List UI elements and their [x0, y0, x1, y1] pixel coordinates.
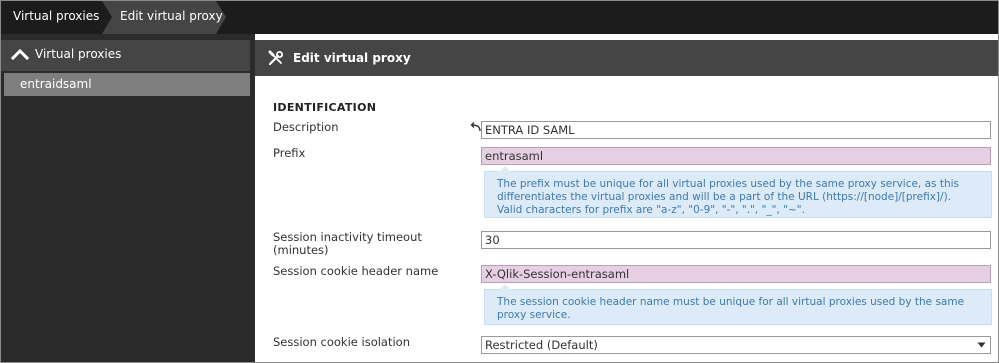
sidebar-item-entraidsaml[interactable]: entraidsaml: [4, 73, 250, 96]
cookie-header-help-line-2: proxy service.: [497, 309, 571, 321]
breadcrumb: Virtual proxies Edit virtual proxy: [1, 1, 998, 34]
panel-title: Edit virtual proxy: [293, 51, 411, 65]
chevron-up-icon: [11, 48, 29, 61]
description-field[interactable]: [481, 121, 991, 139]
session-timeout-field[interactable]: [481, 231, 991, 249]
undo-arrow-icon[interactable]: [468, 122, 482, 132]
prefix-label: Prefix: [273, 146, 306, 160]
section-title-identification: IDENTIFICATION: [273, 101, 377, 114]
breadcrumb-edit-virtual-proxy[interactable]: Edit virtual proxy: [102, 1, 226, 34]
main-panel: Edit virtual proxy IDENTIFICATION Descri…: [255, 34, 998, 362]
tools-icon: [268, 50, 283, 66]
sidebar-header-label: Virtual proxies: [35, 47, 122, 61]
cookie-header-label: Session cookie header name: [273, 264, 439, 278]
prefix-help-line-3: Valid characters for prefix are "a-z", "…: [497, 204, 805, 216]
sidebar-header-virtual-proxies[interactable]: Virtual proxies: [1, 40, 250, 71]
cookie-isolation-label: Session cookie isolation: [273, 335, 411, 349]
session-timeout-label: Session inactivity timeout (minutes): [273, 231, 422, 257]
identification-form: IDENTIFICATION Description Prefix The pr…: [255, 76, 998, 362]
prefix-help-box: The prefix must be unique for all virtua…: [484, 166, 992, 218]
cookie-header-help-box: The session cookie header name must be u…: [484, 284, 992, 325]
cookie-header-field[interactable]: [481, 265, 991, 283]
sidebar: Virtual proxies entraidsaml: [1, 34, 255, 362]
prefix-field[interactable]: [481, 147, 991, 165]
session-timeout-label-line-2: (minutes): [273, 243, 329, 257]
cookie-header-help-line-1: The session cookie header name must be u…: [497, 296, 965, 308]
cookie-isolation-selected-value: Restricted (Default): [485, 338, 598, 352]
prefix-help-line-2: differentiates the virtual proxies and w…: [497, 191, 952, 203]
prefix-help-line-1: The prefix must be unique for all virtua…: [497, 178, 960, 190]
description-label: Description: [273, 120, 339, 134]
cookie-isolation-select[interactable]: Restricted (Default): [481, 336, 991, 354]
chevron-down-icon: [977, 342, 986, 348]
app-window: Virtual proxies Edit virtual proxy Virtu…: [0, 0, 999, 363]
breadcrumb-virtual-proxies[interactable]: Virtual proxies: [1, 1, 102, 34]
panel-header: Edit virtual proxy: [255, 40, 998, 76]
